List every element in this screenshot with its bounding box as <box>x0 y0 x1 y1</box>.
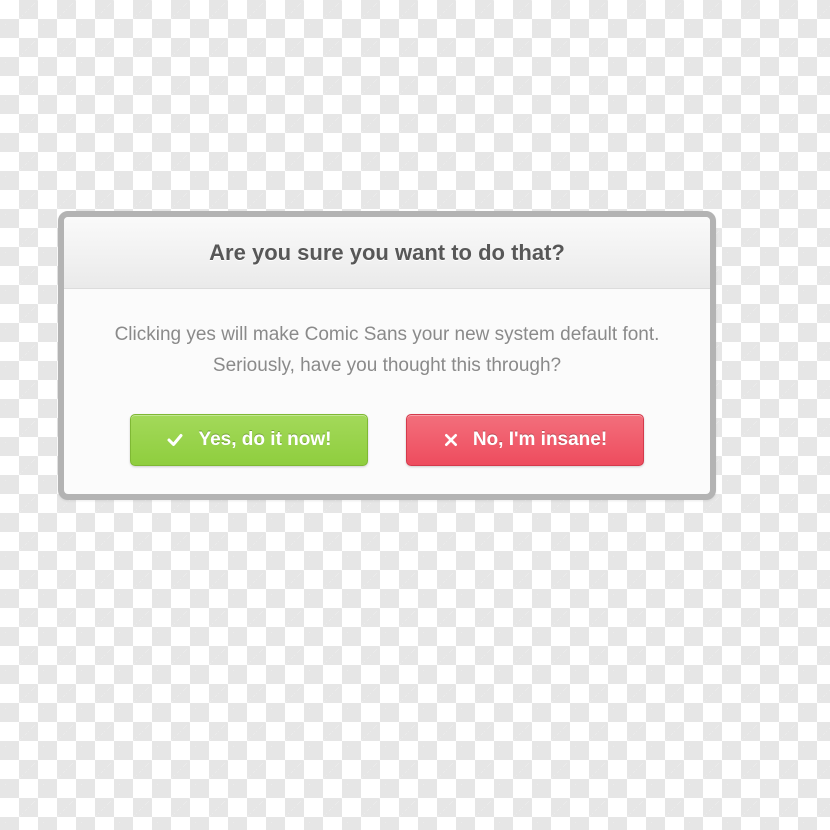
confirm-dialog: Are you sure you want to do that? Clicki… <box>58 211 716 500</box>
close-icon <box>443 432 459 448</box>
dialog-title: Are you sure you want to do that? <box>209 240 565 266</box>
dialog-actions: Yes, do it now! No, I'm insane! <box>100 382 674 466</box>
no-button-label: No, I'm insane! <box>473 429 607 451</box>
no-button[interactable]: No, I'm insane! <box>406 414 644 466</box>
dialog-message: Clicking yes will make Comic Sans your n… <box>100 319 674 382</box>
dialog-header: Are you sure you want to do that? <box>64 217 710 289</box>
yes-button-label: Yes, do it now! <box>198 429 331 451</box>
dialog-body: Clicking yes will make Comic Sans your n… <box>64 289 710 466</box>
yes-button[interactable]: Yes, do it now! <box>130 414 368 466</box>
check-icon <box>166 431 184 449</box>
